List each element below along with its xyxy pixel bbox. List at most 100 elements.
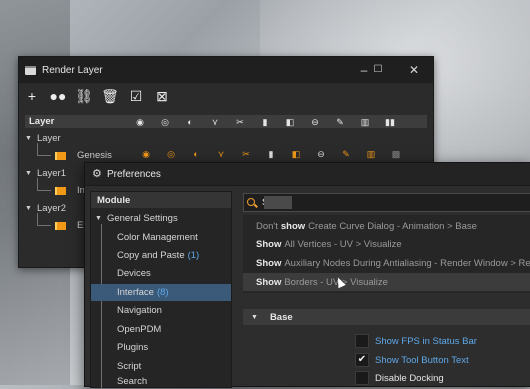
module-item-openpdm[interactable]: OpenPDM [91,321,231,338]
suggestion-item-hovered[interactable]: Show Borders - UV > Visualize [243,273,530,291]
layer-icon [55,221,66,230]
tree-row-layer2[interactable]: ▼ Layer2 [25,201,66,216]
module-panel: Module ▼ General Settings Color Manageme… [90,191,232,389]
option-show-tool-button-text[interactable]: ✔ Show Tool Button Text [355,352,469,368]
tree-line [37,213,38,225]
columns-icon[interactable]: ▮▮ [383,117,397,127]
suggestion-text: All Vertices - UV > Visualize [284,238,402,250]
checkbox-checked[interactable]: ✔ [355,353,369,367]
material-icon[interactable]: ◧ [283,117,297,127]
tree-line [37,143,38,155]
section-title: Base [269,311,293,323]
option-show-fps[interactable]: Show FPS in Status Bar [355,333,477,349]
option-label: Show Tool Button Text [375,354,469,366]
module-item-search[interactable]: Search [91,376,231,388]
window-icon [25,65,36,75]
collapse-triangle-icon[interactable]: ▼ [251,314,258,321]
trash-icon[interactable]: 🗑 [101,88,119,104]
exclude-icon[interactable]: ⊖ [314,148,328,160]
module-item-devices[interactable]: Devices [91,265,231,282]
eye-icon[interactable]: ◉ [139,148,153,160]
suggestion-item[interactable]: Don't show Create Curve Dialog - Animati… [243,217,530,235]
gear-icon: ⚙ [92,167,102,180]
option-label: Disable Docking [375,372,444,384]
tree-row-layer[interactable]: ▼ Layer [25,131,61,146]
search-input[interactable] [262,197,522,208]
tree-row-layer1[interactable]: ▼ Layer1 [25,166,66,181]
module-item-general-settings[interactable]: ▼ General Settings [91,210,231,227]
close-button[interactable]: ✕ [406,63,422,77]
option-disable-docking[interactable]: Disable Docking [355,370,444,386]
layer-icon [55,186,66,195]
suggestion-text: Create Curve Dialog - Animation > Base [308,220,477,232]
suggestion-keyword: Show [256,276,282,288]
section-header-base[interactable]: ▼ Base [243,309,530,325]
paint-icon[interactable]: ✎ [339,148,353,160]
layer-remove-icon[interactable]: ⊠ [154,88,170,104]
module-label: Color Management [117,232,198,243]
collapse-triangle-icon[interactable]: ▼ [95,215,102,222]
module-label: Navigation [117,305,162,316]
suggestion-text: Auxiliary Nodes During Antialiasing - Re… [284,257,530,269]
checkbox[interactable] [355,371,369,385]
suggestion-keyword: Show [256,238,282,250]
collapse-triangle-icon[interactable]: ▼ [25,135,32,142]
module-item-plugins[interactable]: Plugins [91,339,231,356]
render-layer-title: Render Layer [42,64,103,76]
module-item-navigation[interactable]: Navigation [91,302,231,319]
module-item-script[interactable]: Script [91,358,231,375]
light-icon[interactable]: ▮ [264,148,278,160]
module-label: Devices [117,268,151,279]
module-label: Search [117,376,148,387]
tree-row-genesis[interactable]: Genesis [55,148,112,163]
suggestion-item[interactable]: Show All Vertices - UV > Visualize [243,235,530,253]
module-item-interface[interactable]: Interface (8) [91,284,231,301]
trident-icon[interactable]: ⋎ [214,148,228,160]
material-icon[interactable]: ◧ [289,148,303,160]
scissors-icon[interactable]: ✂ [233,117,247,127]
render-layer-toolbar: + ●● ⛓ 🗑 ☑ ⊠ [19,83,433,109]
preferences-window: ⚙ Preferences Module ▼ General Settings … [84,162,530,389]
tree-line [37,190,51,191]
module-label: Script [117,361,142,372]
module-label: OpenPDM [117,324,162,335]
layer-header-label: Layer [29,116,55,127]
bars-icon[interactable]: ▥ [364,148,378,160]
trident-icon[interactable]: ⋎ [208,117,222,127]
tree-line [37,225,51,226]
eye-icon[interactable]: ◉ [133,117,147,127]
render-layer-titlebar[interactable]: Render Layer – ☐ ✕ [19,57,433,83]
tree-row-child[interactable]: In [55,183,85,198]
layer-label: Layer [36,133,61,144]
module-count: (8) [156,287,169,298]
module-item-copy-and-paste[interactable]: Copy and Paste (1) [91,247,231,264]
collapse-triangle-icon[interactable]: ▼ [25,205,32,212]
bars-icon[interactable]: ▥ [358,117,372,127]
shadow-eye-icon[interactable]: ◐ [189,148,203,160]
exclude-icon[interactable]: ⊖ [308,117,322,127]
layer-icon [55,151,66,160]
layer-link-icon[interactable]: ⛓ [75,88,93,104]
shadow-eye-icon[interactable]: ◐ [183,117,197,127]
eye-render-icon[interactable]: ◎ [164,148,178,160]
maximize-button[interactable]: ☐ [370,63,386,77]
suggestion-keyword: show [280,220,306,232]
scissors-icon[interactable]: ✂ [239,148,253,160]
light-icon[interactable]: ▮ [258,117,272,127]
checkbox[interactable] [355,334,369,348]
checker-icon[interactable]: ▩ [389,148,403,160]
preferences-titlebar[interactable]: ⚙ Preferences [85,163,530,186]
eye-render-icon[interactable]: ◎ [158,117,172,127]
option-label: Show FPS in Status Bar [375,335,477,347]
layer2-label: Layer2 [36,203,66,214]
plus-icon[interactable]: + [24,88,40,104]
module-label: Interface [117,287,154,298]
paint-icon[interactable]: ✎ [333,117,347,127]
module-item-color-management[interactable]: Color Management [91,229,231,246]
collapse-triangle-icon[interactable]: ▼ [25,170,32,177]
search-icon [247,197,257,208]
checklist-icon[interactable]: ☑ [128,88,144,104]
suggestion-item[interactable]: Show Auxiliary Nodes During Antialiasing… [243,254,530,272]
two-circles-icon[interactable]: ●● [50,88,67,104]
suggestion-keyword: Show [256,257,282,269]
